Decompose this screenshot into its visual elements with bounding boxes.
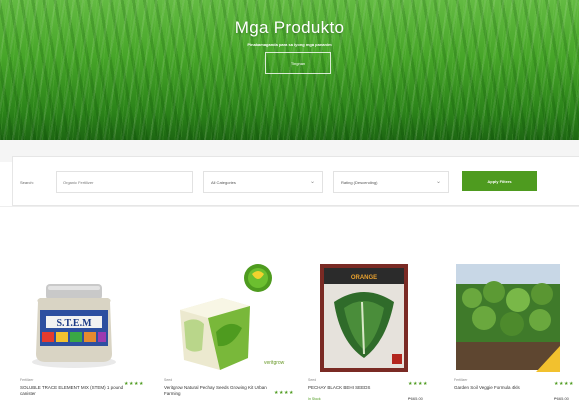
product-image-stem-canister[interactable]: S.T.E.M: [16, 262, 158, 376]
stock-status: In Stock: [308, 397, 321, 401]
product-name[interactable]: PECHAY BLACK BEHI SEEDS: [308, 385, 420, 391]
search-input[interactable]: [56, 171, 193, 193]
product-price: ₱665.00: [554, 396, 569, 401]
hero-subtitle: Pinakamaganda para sa iyong mga pananim: [247, 42, 332, 47]
product-image-pechay-kit[interactable]: veritgrow: [160, 262, 302, 376]
divider: [0, 206, 579, 207]
search-label: Search:: [20, 180, 34, 185]
product-brand: Seed: [164, 378, 173, 382]
chevron-down-icon: ⌄: [435, 179, 441, 185]
product-card[interactable]: ORANGE Seed PECHAY BLACK BEHI SEEDS In S…: [304, 262, 446, 403]
product-brand: Fertilizer: [20, 378, 34, 382]
svg-text:S.T.E.M: S.T.E.M: [56, 318, 92, 329]
product-card[interactable]: S.T.E.M Fertilizer SOLUBLE TRACE ELEMENT…: [16, 262, 158, 403]
sort-select-value: Rating (Descending): [341, 179, 378, 185]
page-title: Mga Produkto: [234, 18, 345, 37]
product-name[interactable]: Garden Soil Veggie Formula 4kls: [454, 385, 566, 391]
category-select[interactable]: All Categories ⌄: [203, 171, 323, 193]
hero-banner: Mga Produkto Pinakamaganda para sa iyong…: [0, 0, 579, 140]
product-name[interactable]: Veritgrow Natural Pechay Seeds Growing K…: [164, 385, 276, 397]
chevron-down-icon: ⌄: [309, 179, 315, 185]
apply-filters-button[interactable]: Apply Filters: [462, 171, 537, 191]
sort-select[interactable]: Rating (Descending) ⌄: [333, 171, 449, 193]
category-select-value: All Categories: [211, 179, 236, 185]
product-image-pechay-seed-packet[interactable]: ORANGE: [304, 262, 446, 376]
star-rating: ★★★★: [124, 381, 144, 387]
product-brand: Fertilizer: [454, 378, 468, 382]
product-price: ₱665.00: [408, 396, 423, 401]
product-name[interactable]: SOLUBLE TRACE ELEMENT MIX (STEM) 1 pound…: [20, 385, 132, 397]
hero-cta-button[interactable]: Tingnan: [265, 52, 331, 74]
product-card[interactable]: Fertilizer Garden Soil Veggie Formula 4k…: [450, 262, 579, 403]
star-rating: ★★★★: [554, 381, 574, 387]
product-card[interactable]: veritgrow Seed Veritgrow Natural Pechay …: [160, 262, 302, 403]
product-image-garden-soil[interactable]: [450, 262, 579, 376]
svg-text:veritgrow: veritgrow: [264, 360, 285, 366]
star-rating: ★★★★: [408, 381, 428, 387]
product-brand: Seed: [308, 378, 317, 382]
svg-text:ORANGE: ORANGE: [351, 275, 377, 281]
star-rating: ★★★★: [274, 390, 294, 396]
